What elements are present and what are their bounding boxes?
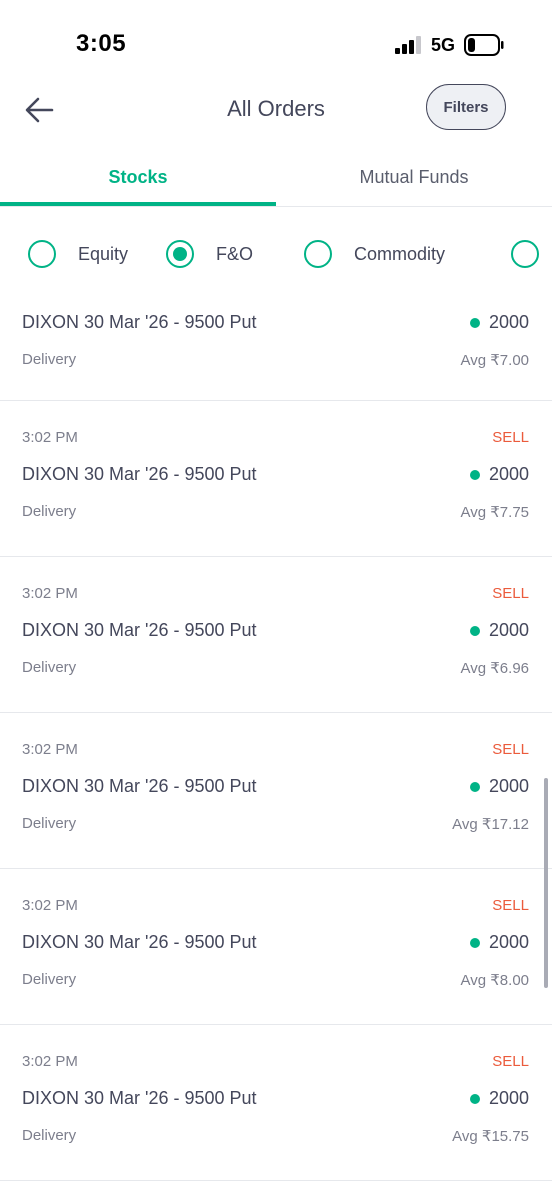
segment-label: Equity [78, 243, 129, 264]
order-avg-price: Avg ₹6.96 [460, 660, 529, 677]
order-product-type: Delivery [22, 503, 77, 520]
order-product-type: Delivery [22, 1127, 77, 1144]
order-avg-price: Avg ₹7.00 [460, 352, 529, 369]
segment-label: F&O [216, 243, 254, 264]
order-avg-price: Avg ₹15.75 [452, 1128, 529, 1145]
tab-bar: Stocks Mutual Funds [0, 150, 552, 207]
quantity-value: 2000 [488, 1088, 529, 1108]
order-time: 3:02 PM [22, 1053, 78, 1070]
status-dot-icon [469, 781, 480, 792]
segment-commodity[interactable]: Commodity [304, 238, 445, 270]
segment-equity[interactable]: Equity [28, 238, 128, 270]
order-side-badge: SELL [492, 1053, 529, 1070]
quantity-value: 2000 [488, 312, 529, 332]
status-dot-icon [469, 1093, 480, 1104]
radio-unchecked-icon[interactable] [28, 240, 56, 268]
order-time: 3:02 PM [22, 741, 78, 758]
order-product-type: Delivery [22, 815, 77, 832]
order-quantity: 2000 [469, 776, 529, 797]
segment-fno[interactable]: F&O [166, 238, 253, 270]
status-dot-icon [469, 317, 480, 328]
segment-label: Commodity [354, 243, 446, 264]
order-item[interactable]: 3:02 PM SELL DIXON 30 Mar '26 - 9500 Put… [0, 401, 552, 557]
battery-icon [464, 34, 504, 56]
status-dot-icon [469, 469, 480, 480]
order-item[interactable]: 3:02 PM SELL DIXON 30 Mar '26 - 9500 Put… [0, 1025, 552, 1181]
order-avg-price: Avg ₹17.12 [452, 816, 529, 833]
order-list: DIXON 30 Mar '26 - 9500 Put 2000 Deliver… [0, 290, 552, 1181]
status-time: 3:05 [76, 30, 127, 57]
order-instrument: DIXON 30 Mar '26 - 9500 Put [22, 464, 257, 484]
order-quantity: 2000 [469, 620, 529, 641]
order-avg-price: Avg ₹8.00 [460, 972, 529, 989]
order-instrument: DIXON 30 Mar '26 - 9500 Put [22, 312, 257, 332]
order-item[interactable]: 3:02 PM SELL DIXON 30 Mar '26 - 9500 Put… [0, 713, 552, 869]
cellular-signal-icon [395, 36, 421, 54]
network-type: 5G [431, 35, 456, 55]
order-instrument: DIXON 30 Mar '26 - 9500 Put [22, 932, 257, 952]
order-item[interactable]: 3:02 PM SELL DIXON 30 Mar '26 - 9500 Put… [0, 869, 552, 1025]
order-avg-price: Avg ₹7.75 [460, 504, 529, 521]
order-item[interactable]: 3:02 PM SELL DIXON 30 Mar '26 - 9500 Put… [0, 557, 552, 713]
order-side-badge: SELL [492, 585, 529, 602]
order-time: 3:02 PM [22, 897, 78, 914]
order-time: 3:02 PM [22, 429, 78, 446]
quantity-value: 2000 [488, 932, 529, 952]
segment-selector: Equity F&O Commodity [0, 228, 552, 284]
order-quantity: 2000 [469, 932, 529, 953]
order-instrument: DIXON 30 Mar '26 - 9500 Put [22, 776, 257, 796]
status-dot-icon [469, 625, 480, 636]
quantity-value: 2000 [488, 464, 529, 484]
quantity-value: 2000 [488, 776, 529, 796]
tab-stocks[interactable]: Stocks [0, 150, 276, 206]
tab-mutual-funds[interactable]: Mutual Funds [276, 150, 552, 204]
order-product-type: Delivery [22, 659, 77, 676]
order-instrument: DIXON 30 Mar '26 - 9500 Put [22, 620, 257, 640]
order-product-type: Delivery [22, 971, 77, 988]
radio-unchecked-icon[interactable] [304, 240, 332, 268]
order-quantity: 2000 [469, 464, 529, 485]
order-quantity: 2000 [469, 312, 529, 333]
segment-more[interactable] [511, 238, 539, 270]
radio-checked-icon[interactable] [166, 240, 194, 268]
scrollbar[interactable] [544, 778, 548, 988]
quantity-value: 2000 [488, 620, 529, 640]
order-quantity: 2000 [469, 1088, 529, 1109]
filters-button[interactable]: Filters [426, 84, 506, 130]
status-bar: 3:05 5G [0, 0, 552, 84]
header: All Orders Filters [0, 84, 552, 150]
order-side-badge: SELL [492, 741, 529, 758]
order-side-badge: SELL [492, 897, 529, 914]
order-instrument: DIXON 30 Mar '26 - 9500 Put [22, 1088, 257, 1108]
order-item[interactable]: DIXON 30 Mar '26 - 9500 Put 2000 Deliver… [0, 290, 552, 401]
order-time: 3:02 PM [22, 585, 78, 602]
status-dot-icon [469, 937, 480, 948]
radio-unchecked-icon[interactable] [511, 240, 539, 268]
order-product-type: Delivery [22, 351, 77, 368]
order-side-badge: SELL [492, 429, 529, 446]
